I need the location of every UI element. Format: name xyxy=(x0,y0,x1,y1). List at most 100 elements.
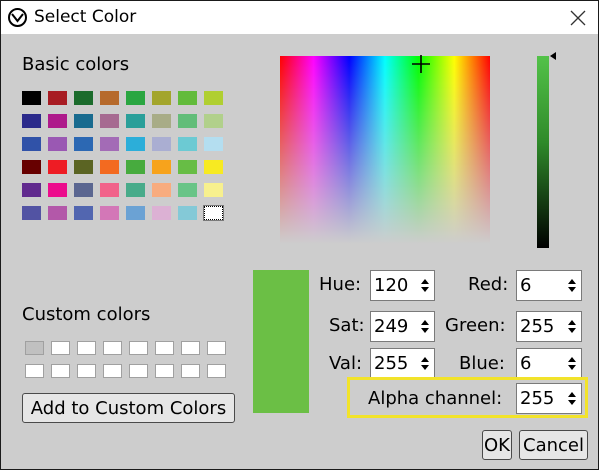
custom-color-swatch[interactable] xyxy=(155,341,174,355)
custom-color-swatch[interactable] xyxy=(51,341,70,355)
value-slider[interactable] xyxy=(537,56,549,248)
basic-color-swatch[interactable] xyxy=(22,160,41,174)
ok-button[interactable]: OK xyxy=(482,430,512,460)
val-spin-arrows-icon[interactable] xyxy=(418,349,432,378)
basic-color-swatch[interactable] xyxy=(152,183,171,197)
basic-color-swatch[interactable] xyxy=(126,183,145,197)
sat-spinbox[interactable]: 249 xyxy=(370,311,435,342)
basic-color-swatch[interactable] xyxy=(126,114,145,128)
alpha-spin-arrows-icon[interactable] xyxy=(565,384,579,413)
basic-color-swatch[interactable] xyxy=(178,183,197,197)
basic-color-swatch[interactable] xyxy=(48,91,67,105)
basic-color-swatch[interactable] xyxy=(152,160,171,174)
custom-color-swatch[interactable] xyxy=(25,341,44,355)
hue-spin-arrows-icon[interactable] xyxy=(418,271,432,300)
blue-spin-arrows-icon[interactable] xyxy=(565,349,579,378)
alpha-channel-label: Alpha channel: xyxy=(368,388,503,409)
red-value[interactable]: 6 xyxy=(517,275,565,296)
custom-color-swatch[interactable] xyxy=(129,341,148,355)
hue-label: Hue: xyxy=(319,274,362,295)
title-bar: Select Color xyxy=(1,1,598,34)
basic-color-swatch[interactable] xyxy=(22,206,41,220)
custom-color-swatch[interactable] xyxy=(77,364,96,378)
basic-color-swatch[interactable] xyxy=(204,183,223,197)
basic-color-swatch[interactable] xyxy=(74,206,93,220)
basic-color-swatch[interactable] xyxy=(203,205,224,221)
basic-color-swatch[interactable] xyxy=(100,114,119,128)
value-slider-handle-icon[interactable] xyxy=(550,52,556,60)
basic-color-swatch[interactable] xyxy=(178,114,197,128)
basic-color-swatch[interactable] xyxy=(204,91,223,105)
custom-color-swatch[interactable] xyxy=(25,364,44,378)
basic-color-swatch[interactable] xyxy=(152,137,171,151)
basic-color-swatch[interactable] xyxy=(100,160,119,174)
custom-color-swatch[interactable] xyxy=(77,341,96,355)
basic-color-swatch[interactable] xyxy=(74,114,93,128)
basic-color-swatch[interactable] xyxy=(152,114,171,128)
color-dialog: Select Color Basic colors Custom colors … xyxy=(0,0,599,470)
basic-color-swatch[interactable] xyxy=(126,206,145,220)
hue-value[interactable]: 120 xyxy=(371,275,418,296)
blue-spinbox[interactable]: 6 xyxy=(516,348,582,379)
app-icon xyxy=(8,8,27,27)
sat-value[interactable]: 249 xyxy=(371,316,418,337)
val-label: Val: xyxy=(329,353,363,374)
custom-color-swatch[interactable] xyxy=(207,341,226,355)
basic-color-swatch[interactable] xyxy=(100,183,119,197)
basic-color-swatch[interactable] xyxy=(126,91,145,105)
basic-color-swatch[interactable] xyxy=(48,160,67,174)
basic-color-swatch[interactable] xyxy=(100,91,119,105)
custom-color-swatch[interactable] xyxy=(51,364,70,378)
val-value[interactable]: 255 xyxy=(371,353,418,374)
custom-color-swatch[interactable] xyxy=(207,364,226,378)
basic-color-swatch[interactable] xyxy=(74,183,93,197)
basic-color-swatch[interactable] xyxy=(48,114,67,128)
custom-color-swatch[interactable] xyxy=(103,364,122,378)
val-spinbox[interactable]: 255 xyxy=(370,348,435,379)
basic-color-swatch[interactable] xyxy=(204,160,223,174)
basic-color-swatch[interactable] xyxy=(48,183,67,197)
cancel-button[interactable]: Cancel xyxy=(519,430,588,460)
basic-color-swatch[interactable] xyxy=(204,114,223,128)
basic-color-swatch[interactable] xyxy=(126,160,145,174)
basic-color-swatch[interactable] xyxy=(74,160,93,174)
red-spinbox[interactable]: 6 xyxy=(516,270,582,301)
basic-color-swatch[interactable] xyxy=(74,137,93,151)
hue-saturation-picker[interactable] xyxy=(280,56,490,244)
basic-color-swatch[interactable] xyxy=(100,206,119,220)
add-to-custom-colors-button[interactable]: Add to Custom Colors xyxy=(22,393,235,423)
basic-color-swatch[interactable] xyxy=(48,137,67,151)
sat-spin-arrows-icon[interactable] xyxy=(418,312,432,341)
basic-color-swatch[interactable] xyxy=(152,206,171,220)
basic-color-swatch[interactable] xyxy=(204,137,223,151)
red-label: Red: xyxy=(468,274,509,295)
sat-label: Sat: xyxy=(329,315,365,336)
alpha-value[interactable]: 255 xyxy=(517,388,565,409)
basic-color-swatch[interactable] xyxy=(178,137,197,151)
basic-color-swatch[interactable] xyxy=(74,91,93,105)
green-value[interactable]: 255 xyxy=(517,316,565,337)
alpha-spinbox[interactable]: 255 xyxy=(516,383,582,414)
basic-color-swatch[interactable] xyxy=(100,137,119,151)
basic-color-swatch[interactable] xyxy=(178,91,197,105)
basic-color-swatch[interactable] xyxy=(178,160,197,174)
basic-color-swatch[interactable] xyxy=(126,137,145,151)
basic-color-swatch[interactable] xyxy=(152,91,171,105)
red-spin-arrows-icon[interactable] xyxy=(565,271,579,300)
hue-spinbox[interactable]: 120 xyxy=(370,270,435,301)
green-spinbox[interactable]: 255 xyxy=(516,311,582,342)
green-spin-arrows-icon[interactable] xyxy=(565,312,579,341)
close-icon[interactable] xyxy=(565,5,591,31)
basic-color-swatch[interactable] xyxy=(22,91,41,105)
basic-color-swatch[interactable] xyxy=(178,206,197,220)
basic-color-swatch[interactable] xyxy=(22,114,41,128)
basic-color-swatch[interactable] xyxy=(48,206,67,220)
basic-color-swatch[interactable] xyxy=(22,137,41,151)
custom-color-swatch[interactable] xyxy=(103,341,122,355)
custom-color-swatch[interactable] xyxy=(129,364,148,378)
basic-color-swatch[interactable] xyxy=(22,183,41,197)
custom-color-swatch[interactable] xyxy=(155,364,174,378)
custom-color-swatch[interactable] xyxy=(181,341,200,355)
custom-color-swatch[interactable] xyxy=(181,364,200,378)
blue-value[interactable]: 6 xyxy=(517,353,565,374)
